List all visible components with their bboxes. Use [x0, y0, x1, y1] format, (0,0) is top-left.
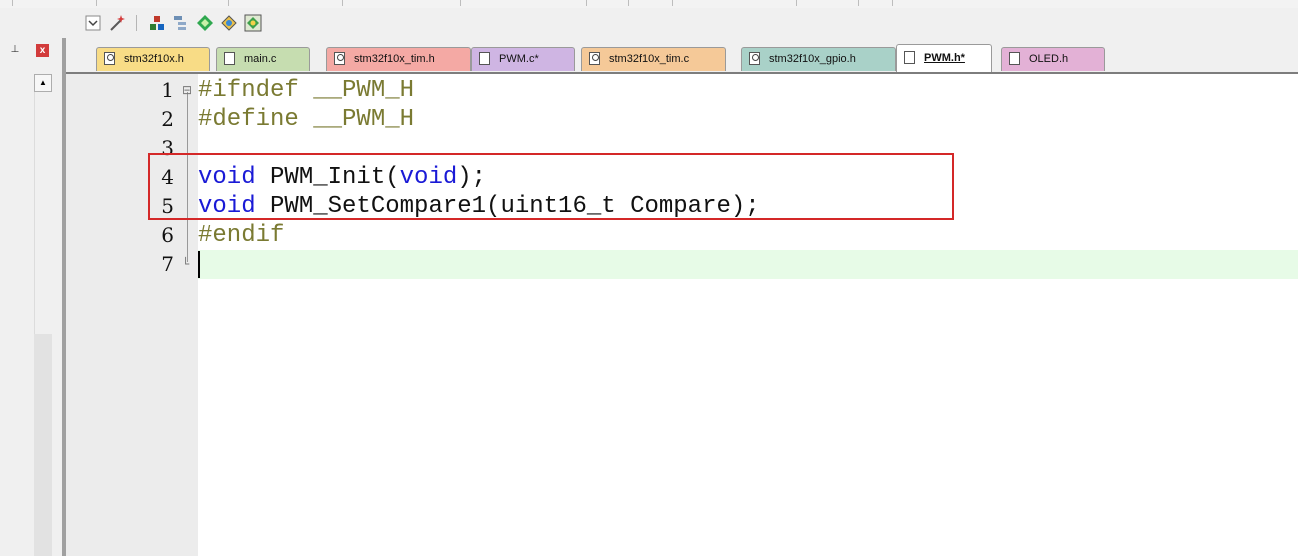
tab-label: PWM.h*	[924, 52, 965, 64]
line-number: 1	[161, 78, 174, 102]
tab-label: stm32f10x_gpio.h	[769, 53, 856, 65]
manage-icon[interactable]	[244, 14, 262, 32]
preprocessor-token: #define __PWM_H	[198, 106, 415, 133]
tab-label: stm32f10x_tim.h	[354, 53, 435, 65]
code-line[interactable]: #define __PWM_H	[198, 105, 1298, 134]
key-file-icon	[104, 52, 115, 65]
green-diamond-icon[interactable]	[196, 14, 214, 32]
tab-pwm-h[interactable]: PWM.h*	[896, 44, 992, 72]
fold-end-icon: └	[182, 257, 190, 271]
code-line[interactable]: #ifndef __PWM_H	[198, 76, 1298, 105]
highlight-annotation-box	[148, 153, 954, 220]
tab-pwm-c[interactable]: PWM.c*	[471, 47, 575, 71]
code-line[interactable]: #endif	[198, 221, 1298, 250]
dropdown-icon[interactable]	[84, 14, 102, 32]
fold-collapse-icon[interactable]: ⊟	[182, 83, 192, 97]
line-number: 6	[161, 223, 174, 247]
file-icon	[479, 52, 490, 65]
tab-stm32f10x-h[interactable]: stm32f10x.h	[96, 47, 210, 71]
magic-wand-icon[interactable]	[108, 14, 126, 32]
project-panel: ⊥ x ▲	[0, 38, 62, 556]
key-file-icon	[749, 52, 760, 65]
close-icon[interactable]: x	[36, 44, 49, 57]
file-icon	[224, 52, 235, 65]
line-number: 7	[161, 252, 174, 276]
file-icon	[904, 51, 915, 64]
scroll-up-arrow-icon[interactable]: ▲	[34, 74, 52, 92]
code-line[interactable]	[198, 250, 1298, 279]
tab-label: PWM.c*	[499, 53, 539, 65]
code-editor[interactable]: 1 ⊟ #ifndef __PWM_H 2 #define __PWM_H 3 4 void …	[66, 74, 1298, 556]
toolbar	[0, 8, 1298, 38]
text-caret	[198, 251, 200, 278]
tab-label: stm32f10x_tim.c	[609, 53, 690, 65]
scrollbar-thumb[interactable]	[34, 334, 52, 556]
tab-label: main.c	[244, 53, 277, 65]
preprocessor-token: #endif	[198, 222, 285, 249]
pin-icon[interactable]: ⊥	[8, 44, 22, 56]
tab-stm32f10x-gpio-h[interactable]: stm32f10x_gpio.h	[741, 47, 896, 71]
tab-main-c[interactable]: main.c	[216, 47, 310, 71]
tab-stm32f10x-tim-c[interactable]: stm32f10x_tim.c	[581, 47, 726, 71]
line-number: 2	[161, 107, 174, 131]
key-file-icon	[334, 52, 345, 65]
editor-tab-bar: stm32f10x.h main.c stm32f10x_tim.h PWM.c* st…	[66, 38, 1298, 74]
tab-stm32f10x-tim-h[interactable]: stm32f10x_tim.h	[326, 47, 471, 71]
key-file-icon	[589, 52, 600, 65]
preprocessor-token: #ifndef __PWM_H	[198, 77, 415, 104]
tab-label: stm32f10x.h	[124, 53, 184, 65]
tab-oled-h[interactable]: OLED.h	[1001, 47, 1105, 71]
pack-installer-icon[interactable]	[220, 14, 238, 32]
components-icon[interactable]	[148, 14, 166, 32]
file-icon	[1009, 52, 1020, 65]
tab-label: OLED.h	[1029, 53, 1069, 65]
tree-icon[interactable]	[172, 14, 190, 32]
